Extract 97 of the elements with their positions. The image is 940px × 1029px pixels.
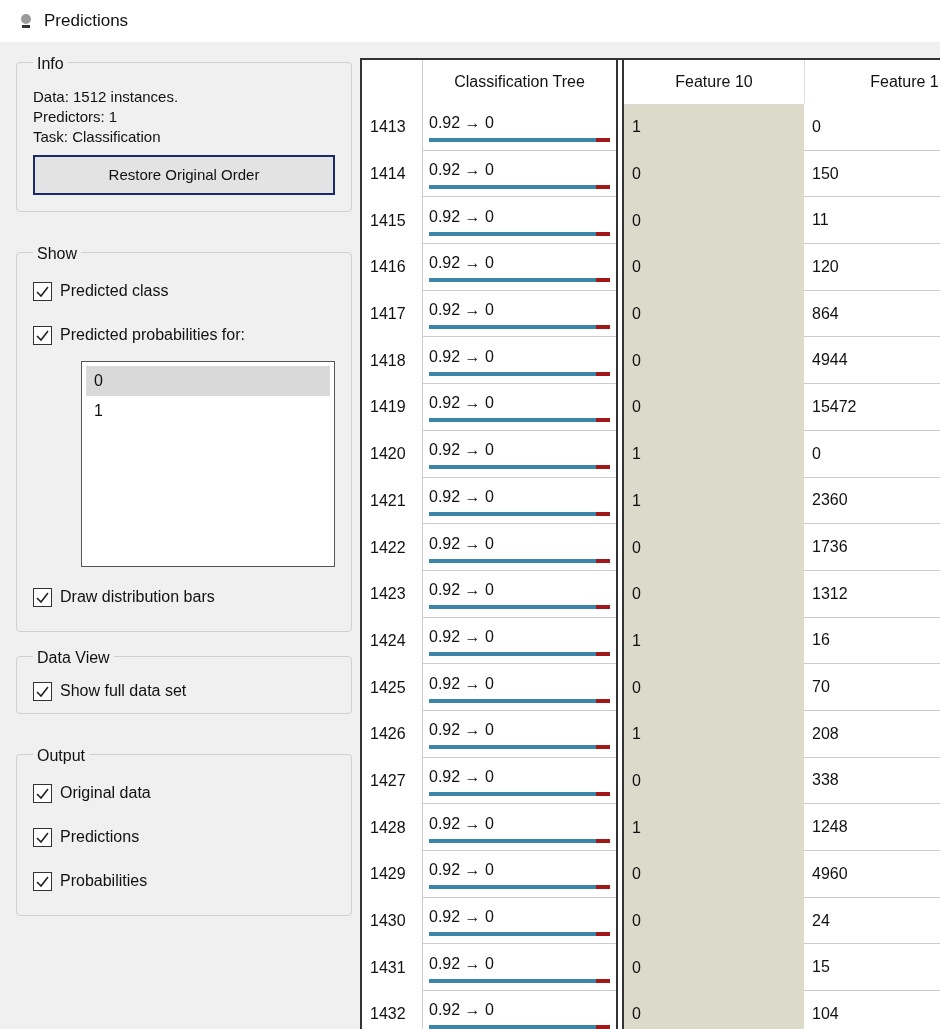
row-number: 1421 xyxy=(369,490,407,511)
prediction-cell-text: 0.92 → 0 xyxy=(429,580,494,601)
table-cell: 0 xyxy=(804,430,940,478)
table-cell: 1 xyxy=(624,477,804,525)
table-cell: 2360 xyxy=(804,477,940,525)
table-cell: 1 xyxy=(624,617,804,665)
prediction-cell-text: 0.92 → 0 xyxy=(429,813,494,834)
row-number: 1419 xyxy=(369,397,407,418)
table-cell: 24 xyxy=(804,897,940,945)
checkbox[interactable]: Probabilities xyxy=(33,859,148,903)
table-cell: 4944 xyxy=(804,337,940,385)
table-cell: 0 xyxy=(624,197,804,245)
table-cell: 0 xyxy=(804,104,940,151)
row-number: 1422 xyxy=(369,537,407,558)
column-header[interactable]: Feature 1 xyxy=(804,60,940,104)
row-number: 1423 xyxy=(369,584,407,605)
prediction-cell-text: 0.92 → 0 xyxy=(429,393,494,414)
row-number: 1430 xyxy=(369,911,407,932)
row-number: 1432 xyxy=(369,1004,407,1025)
row-number: 1429 xyxy=(369,864,407,885)
table-cell: 120 xyxy=(804,244,940,291)
row-number: 1416 xyxy=(369,257,407,278)
table-cell: 338 xyxy=(804,757,940,805)
table-cell: 0 xyxy=(624,570,804,618)
prediction-cell-text: 0.92 → 0 xyxy=(429,673,494,694)
row-number: 1428 xyxy=(369,817,407,838)
table-cell: 0 xyxy=(624,991,804,1029)
table-cell: 864 xyxy=(804,290,940,338)
row-number: 1413 xyxy=(369,117,407,138)
prediction-cell-text: 0.92 → 0 xyxy=(429,720,494,741)
row-number: 1425 xyxy=(369,677,407,698)
row-number: 1426 xyxy=(369,724,407,745)
table-cell: 1248 xyxy=(804,804,940,851)
info-text: Task: Classification xyxy=(33,127,162,147)
table-cell: 16 xyxy=(804,617,940,665)
table-cell: 1736 xyxy=(804,524,940,571)
prediction-cell-text: 0.92 → 0 xyxy=(429,253,494,274)
checkbox[interactable]: Predicted probabilities for: xyxy=(33,313,245,357)
column-splitter[interactable] xyxy=(616,58,624,1029)
checkbox[interactable]: Predicted class xyxy=(33,269,169,313)
list-item[interactable]: 1 xyxy=(86,396,330,426)
checkbox[interactable]: Original data xyxy=(33,771,151,815)
table-cell: 11 xyxy=(804,197,940,245)
table-cell: 0 xyxy=(624,524,804,571)
prediction-cell-text: 0.92 → 0 xyxy=(429,907,494,928)
table-cell: 0 xyxy=(624,384,804,431)
table-cell: 150 xyxy=(804,150,940,198)
row-number: 1424 xyxy=(369,630,407,651)
prediction-cell-text: 0.92 → 0 xyxy=(429,486,494,507)
table-cell: 104 xyxy=(804,991,940,1029)
prediction-cell-text: 0.92 → 0 xyxy=(429,113,494,134)
table-cell: 0 xyxy=(624,337,804,385)
restore-order-button[interactable]: Restore Original Order xyxy=(33,155,335,195)
table-cell: 1 xyxy=(624,804,804,851)
table-cell: 15472 xyxy=(804,384,940,431)
table-cell: 70 xyxy=(804,664,940,711)
checkbox[interactable]: Predictions xyxy=(33,815,140,859)
table-cell: 0 xyxy=(624,150,804,198)
prediction-cell-text: 0.92 → 0 xyxy=(429,346,494,367)
window-title: Predictions xyxy=(44,10,129,33)
prediction-cell-text: 0.92 → 0 xyxy=(429,1000,494,1021)
table-cell: 0 xyxy=(624,757,804,805)
table-cell: 1 xyxy=(624,430,804,478)
prediction-cell-text: 0.92 → 0 xyxy=(429,860,494,881)
table-cell: 15 xyxy=(804,944,940,992)
row-number: 1415 xyxy=(369,210,407,231)
app-icon xyxy=(20,13,32,29)
row-number: 1427 xyxy=(369,770,407,791)
row-number: 1418 xyxy=(369,350,407,371)
row-number: 1420 xyxy=(369,444,407,465)
table-cell: 0 xyxy=(624,944,804,992)
info-text: Predictors: 1 xyxy=(33,107,119,127)
prediction-cell-text: 0.92 → 0 xyxy=(429,300,494,321)
prediction-cell-text: 0.92 → 0 xyxy=(429,440,494,461)
table-cell: 0 xyxy=(624,664,804,711)
list-item[interactable]: 0 xyxy=(86,366,330,396)
prediction-cell-text: 0.92 → 0 xyxy=(429,533,494,554)
table-cell: 1 xyxy=(624,710,804,758)
table-cell: 0 xyxy=(624,851,804,898)
info-text: Data: 1512 instances. xyxy=(33,87,180,107)
table-cell: 1312 xyxy=(804,570,940,618)
prediction-cell-text: 0.92 → 0 xyxy=(429,953,494,974)
prediction-cell-text: 0.92 → 0 xyxy=(429,160,494,181)
row-number: 1414 xyxy=(369,164,407,185)
column-header[interactable]: Feature 10 xyxy=(624,60,804,104)
table-cell: 208 xyxy=(804,710,940,758)
table-cell: 0 xyxy=(624,244,804,291)
table-cell: 4960 xyxy=(804,851,940,898)
prediction-cell-text: 0.92 → 0 xyxy=(429,626,494,647)
prediction-cell-text: 0.92 → 0 xyxy=(429,766,494,787)
prediction-cell-text: 0.92 → 0 xyxy=(429,206,494,227)
table-cell: 0 xyxy=(624,897,804,945)
row-number: 1417 xyxy=(369,304,407,325)
table-cell: 1 xyxy=(624,104,804,151)
checkbox[interactable]: Draw distribution bars xyxy=(33,575,215,619)
table-cell: 0 xyxy=(624,290,804,338)
row-number: 1431 xyxy=(369,957,407,978)
